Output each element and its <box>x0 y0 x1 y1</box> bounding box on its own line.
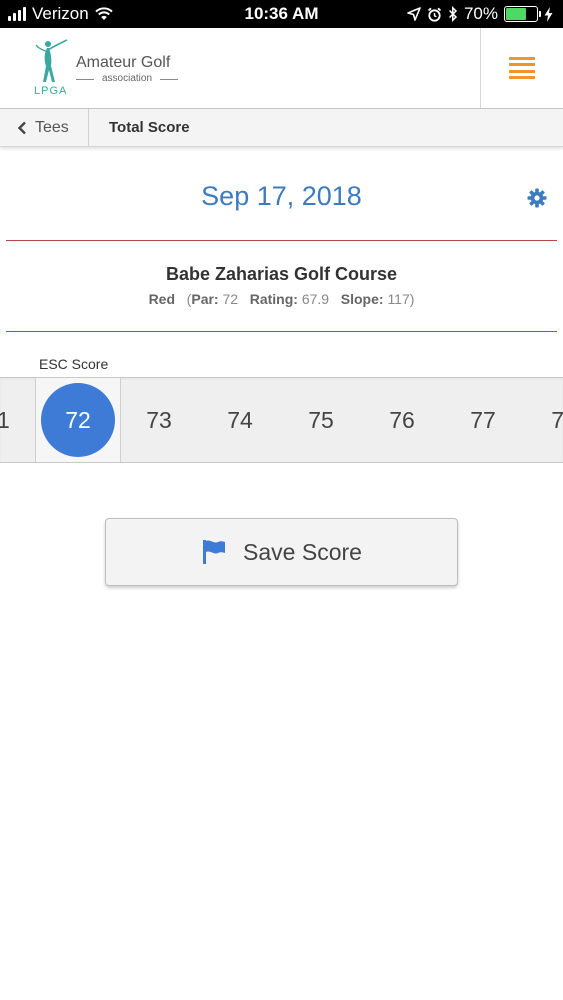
logo-title: Amateur Golf <box>76 54 171 71</box>
rating-label: Rating: <box>249 291 298 307</box>
flag-icon <box>203 540 226 564</box>
score-option-value: 77 <box>470 406 496 433</box>
par-label: Par: <box>191 291 219 307</box>
battery-level <box>506 8 527 20</box>
esc-score-label: ESC Score <box>39 356 109 372</box>
score-option-value: 73 <box>146 406 172 433</box>
bluetooth-icon <box>448 6 458 22</box>
golfer-logo-icon <box>35 39 68 82</box>
round-date[interactable]: Sep 17, 2018 <box>0 181 563 212</box>
battery-percent: 70% <box>463 4 498 23</box>
score-option-value: 76 <box>389 406 415 433</box>
sub-navigation: Tees Total Score <box>0 109 563 147</box>
score-option-value: 71 <box>0 407 10 434</box>
par-value: 72 <box>222 291 239 307</box>
score-option-value: 75 <box>308 406 334 433</box>
lpga-logo[interactable]: LPGA Amateur Golf association <box>32 38 192 100</box>
menu-button[interactable] <box>480 28 563 108</box>
page-title: Total Score <box>109 119 190 136</box>
score-option-value: 72 <box>41 383 115 457</box>
score-option-74[interactable]: 74 <box>200 378 281 462</box>
hamburger-menu-icon <box>509 57 535 79</box>
score-option-77[interactable]: 77 <box>443 378 524 462</box>
rating-value: 67.9 <box>301 291 330 307</box>
logo-lpga-text: LPGA <box>34 85 68 97</box>
divider-bottom <box>6 331 557 332</box>
score-option-71[interactable]: 71 <box>0 378 38 462</box>
course-name: Babe Zaharias Golf Course <box>165 264 398 284</box>
status-right: 70% <box>407 4 553 24</box>
back-button[interactable]: Tees <box>0 109 89 146</box>
esc-score-picker[interactable]: 71 72 73 74 75 76 77 78 <box>0 377 563 463</box>
slope-label: Slope: <box>340 291 384 307</box>
charging-bolt-icon <box>544 6 553 22</box>
save-score-label: Save Score <box>243 538 362 565</box>
score-option-75[interactable]: 75 <box>281 378 362 462</box>
score-option-value: 74 <box>227 406 253 433</box>
save-score-button[interactable]: Save Score <box>105 518 458 586</box>
back-label: Tees <box>35 118 69 136</box>
app-header: LPGA Amateur Golf association <box>0 28 563 109</box>
score-option-72[interactable]: 72 <box>38 378 119 462</box>
slope-value: 117 <box>387 291 410 307</box>
alarm-icon <box>427 7 442 22</box>
chevron-left-icon <box>17 121 26 134</box>
score-option-76[interactable]: 76 <box>362 378 443 462</box>
app-screen: Verizon 10:36 AM 70% LPGA Amateur Golf a… <box>0 0 563 1000</box>
divider-top <box>6 240 557 241</box>
score-option-value: 78 <box>551 406 563 433</box>
score-option-73[interactable]: 73 <box>119 378 200 462</box>
score-option-78[interactable]: 78 <box>524 378 563 462</box>
course-details: Red (Par: 72 Rating: 67.9 Slope: 117) <box>148 291 415 307</box>
logo-subtitle: association <box>76 73 178 84</box>
gear-icon[interactable] <box>527 188 547 208</box>
location-arrow-icon <box>407 7 421 21</box>
battery-icon <box>504 6 541 22</box>
status-bar: Verizon 10:36 AM 70% <box>0 0 563 28</box>
tee-name: Red <box>148 291 176 307</box>
